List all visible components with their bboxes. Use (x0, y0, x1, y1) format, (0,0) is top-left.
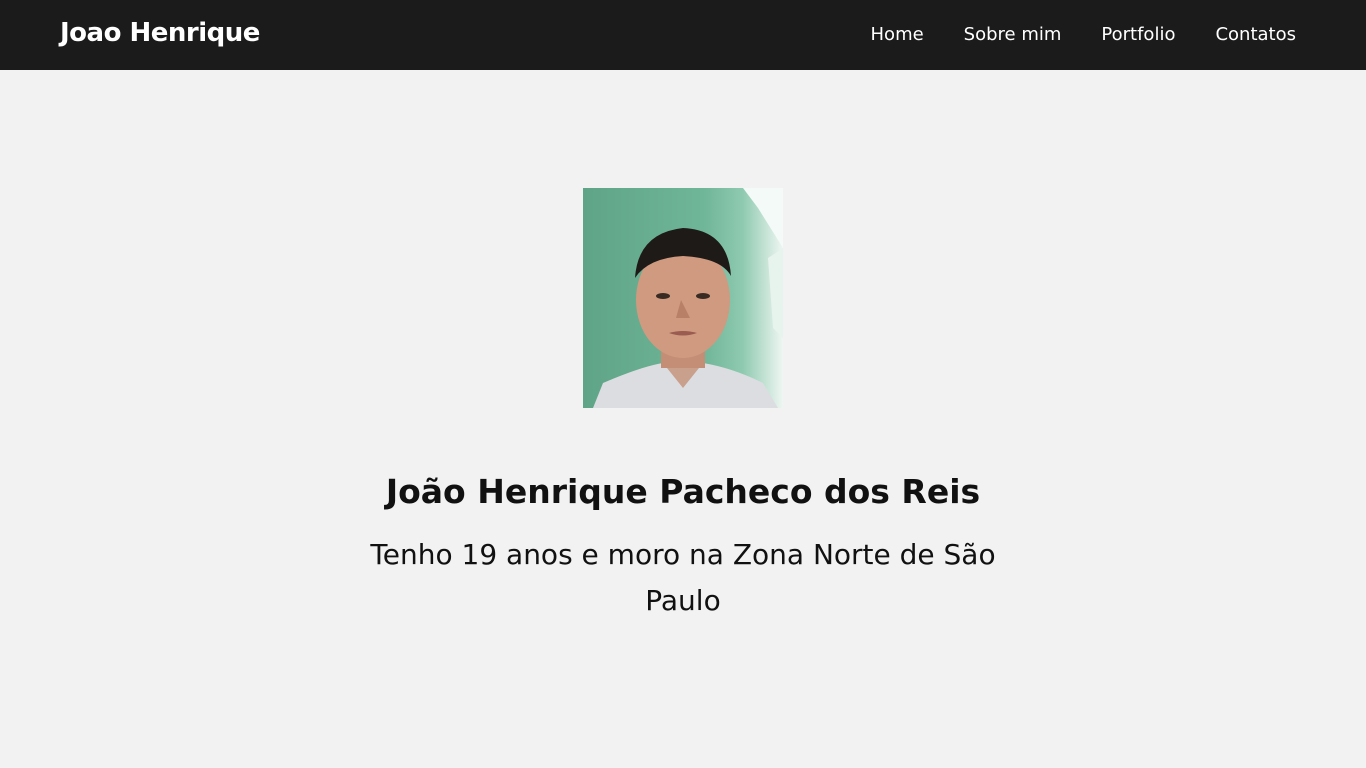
profile-bio: Tenho 19 anos e moro na Zona Norte de Sã… (370, 538, 996, 617)
profile-name: João Henrique Pacheco dos Reis (385, 472, 981, 511)
brand-logo[interactable]: Joao Henrique (60, 18, 260, 48)
nav-link-contatos[interactable]: Contatos (1215, 24, 1296, 45)
profile-photo (583, 188, 783, 408)
nav-link-sobre-mim[interactable]: Sobre mim (964, 24, 1062, 45)
nav-link-home[interactable]: Home (871, 24, 924, 45)
nav-links: Home Sobre mim Portfolio Contatos (871, 24, 1296, 45)
nav-link-portfolio[interactable]: Portfolio (1101, 24, 1175, 45)
navbar: Joao Henrique Home Sobre mim Portfolio C… (0, 0, 1366, 70)
